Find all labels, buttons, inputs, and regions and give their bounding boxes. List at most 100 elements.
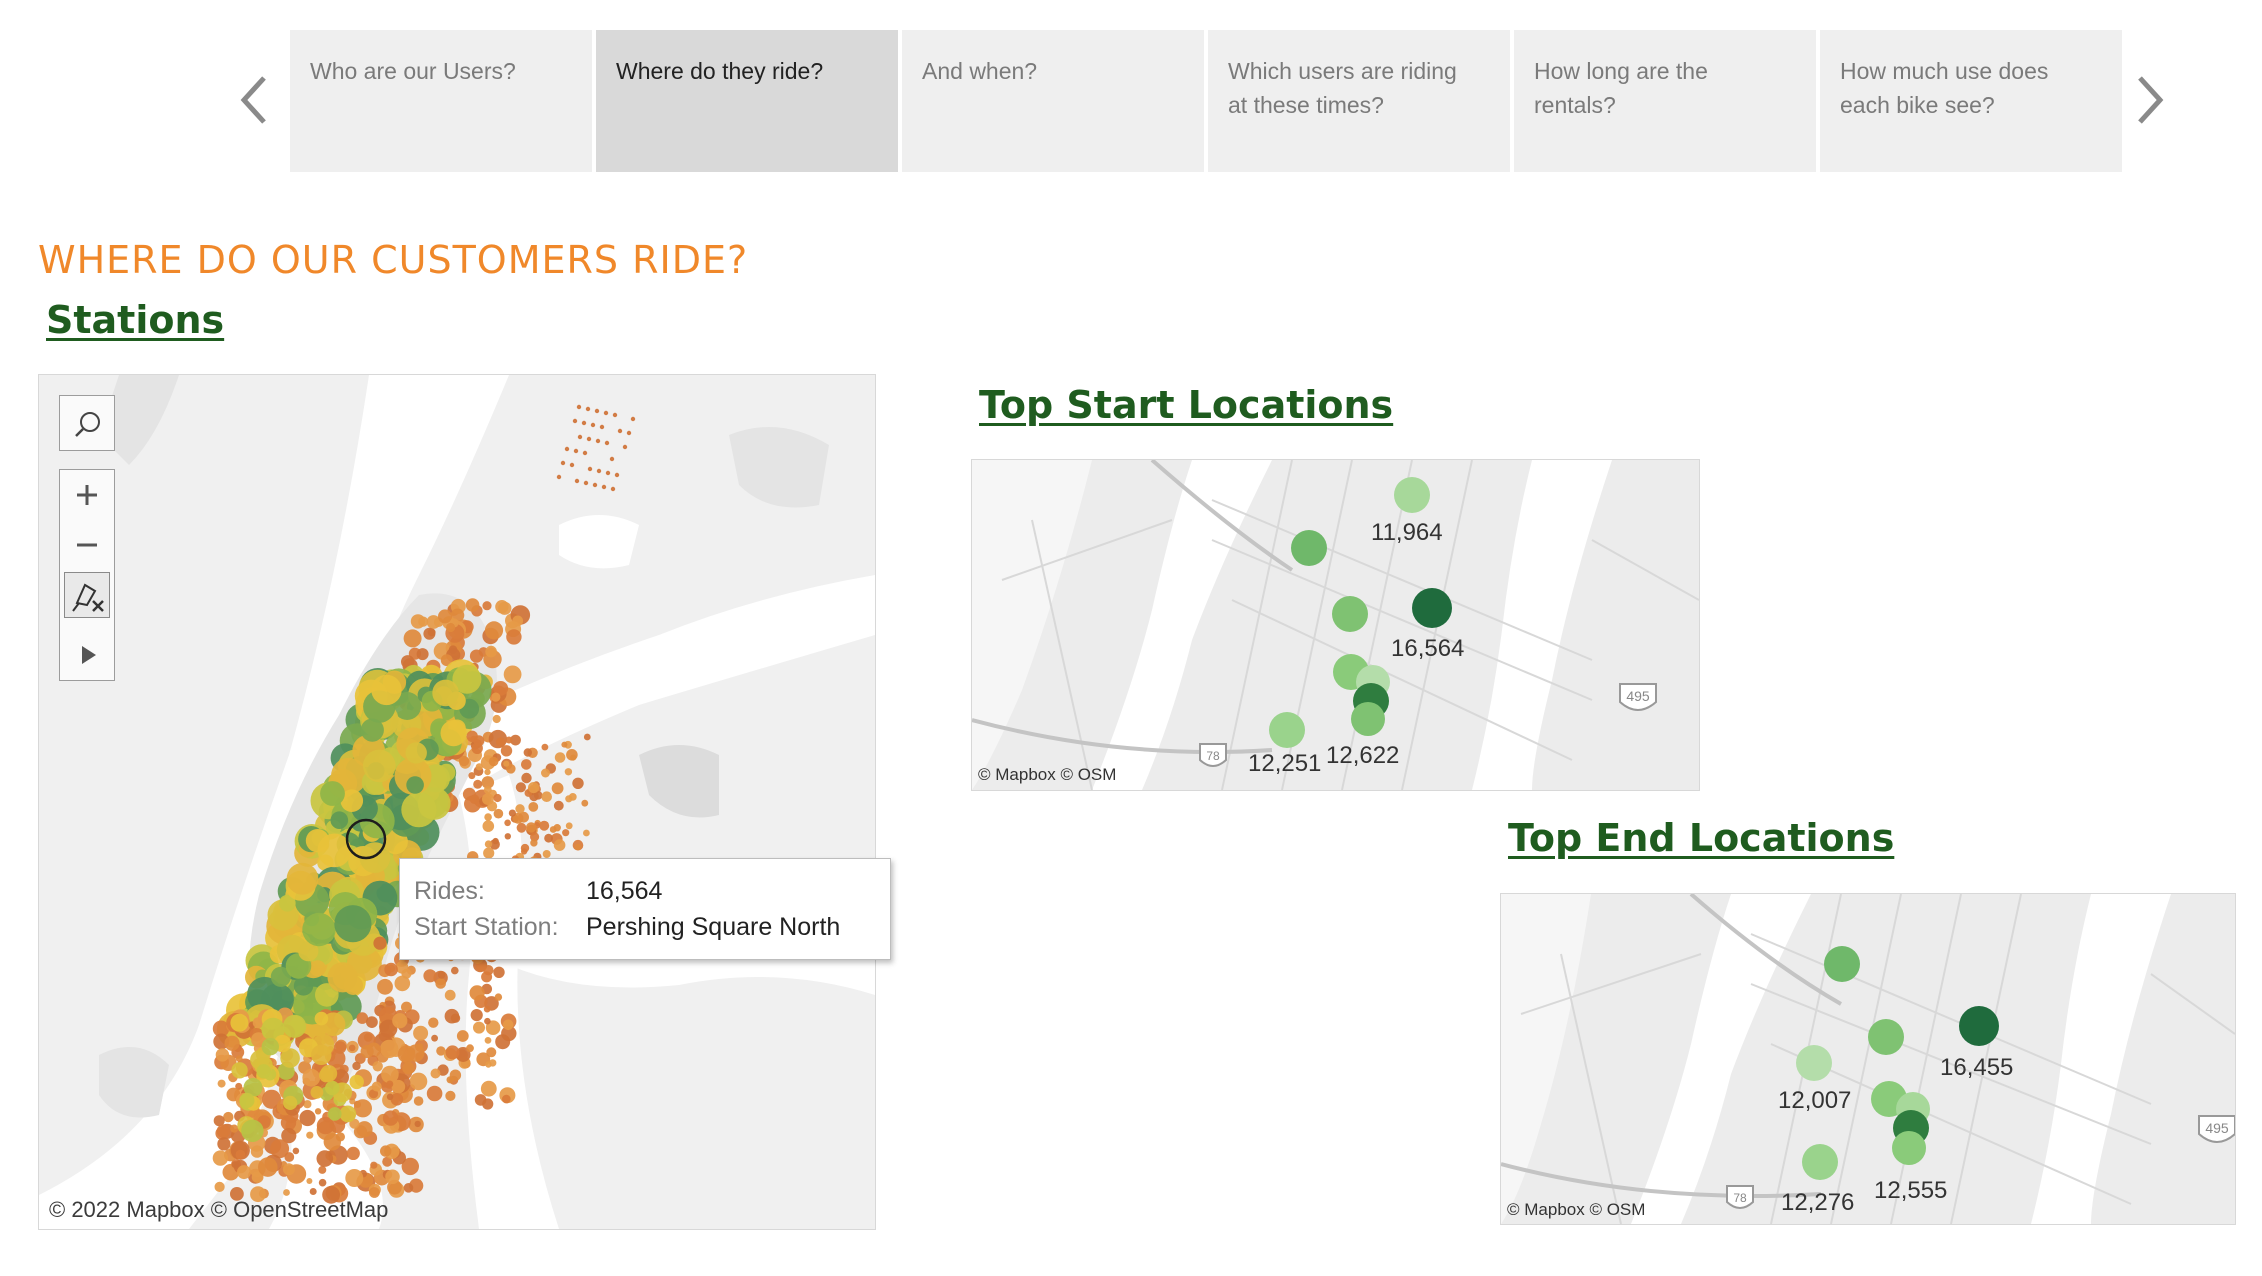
station-dot[interactable] xyxy=(482,601,492,611)
station-dot[interactable] xyxy=(484,621,504,640)
station-dot[interactable] xyxy=(569,462,575,468)
station-dot[interactable] xyxy=(302,912,336,947)
station-dot[interactable] xyxy=(572,418,578,424)
station-dot[interactable] xyxy=(502,1094,511,1104)
station-dot[interactable] xyxy=(594,408,600,414)
station-dot[interactable] xyxy=(469,649,484,663)
station-dot[interactable] xyxy=(465,598,480,612)
station-dot[interactable] xyxy=(505,736,513,744)
station-dot[interactable] xyxy=(380,1039,399,1059)
station-point[interactable] xyxy=(1332,596,1368,632)
station-dot[interactable] xyxy=(310,1086,324,1099)
station-dot[interactable] xyxy=(343,975,363,995)
zoom-out-button[interactable] xyxy=(60,520,114,570)
station-dot[interactable] xyxy=(405,742,427,764)
station-dot[interactable] xyxy=(382,1110,399,1126)
station-dot[interactable] xyxy=(214,1181,225,1192)
station-dot[interactable] xyxy=(577,434,583,440)
station-dot[interactable] xyxy=(416,648,429,661)
story-tab-bike-usage[interactable]: How much use does each bike see? xyxy=(1820,30,2122,172)
station-dot[interactable] xyxy=(551,782,564,795)
station-dot[interactable] xyxy=(430,1068,441,1079)
story-tab-when[interactable]: And when? xyxy=(902,30,1204,172)
station-dot[interactable] xyxy=(325,1080,340,1096)
station-dot[interactable] xyxy=(320,781,345,806)
story-next-button[interactable] xyxy=(2130,70,2170,130)
station-dot[interactable] xyxy=(572,777,584,789)
top-end-map[interactable]: 495 78 16,455 12,007 12,276 12,555 © Map… xyxy=(1500,893,2236,1225)
station-dot[interactable] xyxy=(583,829,590,837)
station-dot[interactable] xyxy=(480,1080,497,1097)
station-dot[interactable] xyxy=(484,1037,492,1044)
station-dot[interactable] xyxy=(473,1021,485,1034)
station-dot[interactable] xyxy=(318,1178,327,1187)
station-dot[interactable] xyxy=(493,808,504,819)
station-dot[interactable] xyxy=(564,768,573,776)
station-dot[interactable] xyxy=(282,1163,295,1176)
station-dot[interactable] xyxy=(541,743,549,751)
station-dot[interactable] xyxy=(372,1061,383,1072)
station-dot[interactable] xyxy=(446,622,456,633)
top-start-map[interactable]: 495 78 11,964 16,564 12,251 12,622 © Map… xyxy=(971,459,1700,791)
station-dot[interactable] xyxy=(574,843,582,851)
station-dot[interactable] xyxy=(449,1069,462,1081)
station-dot[interactable] xyxy=(414,1120,421,1128)
station-dot[interactable] xyxy=(231,1161,239,1168)
station-dot[interactable] xyxy=(451,966,459,975)
station-dot[interactable] xyxy=(596,468,602,474)
station-dot[interactable] xyxy=(539,820,550,831)
station-dot[interactable] xyxy=(494,993,503,1001)
station-dot[interactable] xyxy=(583,733,591,741)
zoom-in-button[interactable] xyxy=(60,470,114,520)
station-dot[interactable] xyxy=(435,978,447,989)
station-point[interactable] xyxy=(1291,530,1327,566)
station-point[interactable] xyxy=(1269,712,1305,748)
station-dot[interactable] xyxy=(348,1044,356,1052)
station-dot[interactable] xyxy=(503,665,522,684)
station-dot[interactable] xyxy=(500,745,513,757)
station-dot[interactable] xyxy=(484,1017,491,1025)
station-dot[interactable] xyxy=(541,791,552,802)
station-dot[interactable] xyxy=(562,829,570,837)
story-tab-rental-length[interactable]: How long are the rentals? xyxy=(1514,30,1816,172)
station-dot[interactable] xyxy=(601,484,607,490)
station-dot[interactable] xyxy=(493,793,502,803)
station-point[interactable] xyxy=(1351,702,1385,736)
station-point[interactable] xyxy=(1959,1006,1999,1046)
station-dot[interactable] xyxy=(444,989,456,1001)
station-dot[interactable] xyxy=(328,1107,342,1121)
station-dot[interactable] xyxy=(241,1119,264,1142)
stations-map[interactable]: © 2022 Mapbox © OpenStreetMap xyxy=(38,374,876,1230)
station-dot[interactable] xyxy=(224,1035,240,1051)
station-dot[interactable] xyxy=(392,1013,408,1029)
station-dot[interactable] xyxy=(230,1124,239,1133)
station-dot[interactable] xyxy=(603,410,609,416)
station-dot[interactable] xyxy=(377,978,393,995)
station-dot[interactable] xyxy=(470,1009,483,1022)
station-dot[interactable] xyxy=(438,609,452,624)
station-dot[interactable] xyxy=(587,466,593,472)
station-dot[interactable] xyxy=(491,692,501,702)
station-dot[interactable] xyxy=(423,969,437,983)
station-dot[interactable] xyxy=(349,1074,364,1090)
station-dot[interactable] xyxy=(582,450,588,456)
station-dot[interactable] xyxy=(473,779,483,789)
station-dot[interactable] xyxy=(466,1044,474,1053)
station-dot[interactable] xyxy=(612,412,618,418)
station-dot[interactable] xyxy=(604,440,610,446)
station-dot[interactable] xyxy=(564,446,570,452)
station-dot[interactable] xyxy=(469,985,485,1001)
station-dot[interactable] xyxy=(526,822,537,833)
station-dot[interactable] xyxy=(345,1169,364,1187)
station-dot[interactable] xyxy=(360,718,384,742)
station-dot[interactable] xyxy=(592,482,598,488)
station-dot[interactable] xyxy=(386,1093,394,1101)
station-dot[interactable] xyxy=(423,627,436,640)
station-dot[interactable] xyxy=(595,438,601,444)
station-dot[interactable] xyxy=(380,1145,392,1157)
station-dot[interactable] xyxy=(617,428,623,434)
station-dot[interactable] xyxy=(403,629,422,648)
toolbar-expand-button[interactable] xyxy=(60,630,114,680)
station-dot[interactable] xyxy=(401,792,437,828)
station-dot[interactable] xyxy=(515,804,525,814)
